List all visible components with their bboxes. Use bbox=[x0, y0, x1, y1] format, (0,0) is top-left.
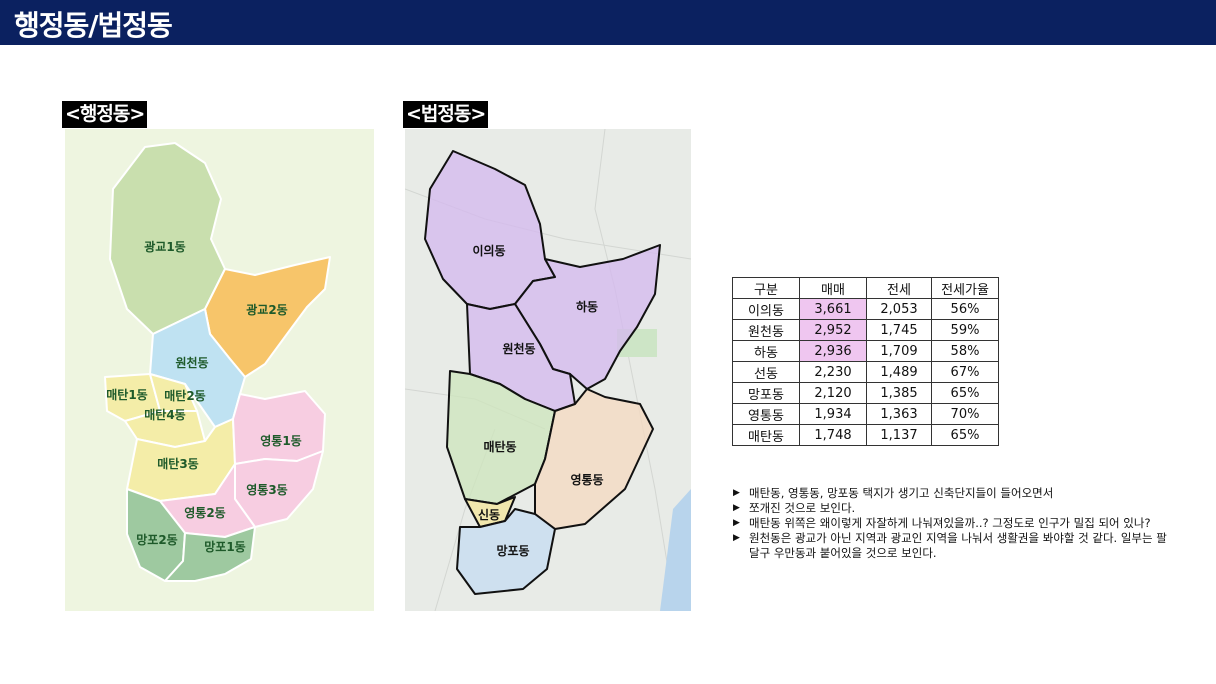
title-bar: 행정동/법정동 bbox=[0, 0, 1216, 45]
table-row: 하동 2,936 1,709 58% bbox=[732, 340, 999, 362]
note-text: 쪼개진 것으로 보인다. bbox=[749, 501, 856, 515]
label-gwanggyo1: 광교1동 bbox=[144, 239, 185, 254]
label-mangpo2: 망포2동 bbox=[136, 533, 177, 547]
cell-dong: 이의동 bbox=[732, 298, 800, 320]
note-item: ▶ 원천동은 광교가 아닌 지역과 광교인 지역을 나눠서 생활권을 봐야할 것… bbox=[733, 531, 1173, 561]
cell-dong: 원천동 bbox=[732, 319, 800, 341]
label-ha: 하동 bbox=[576, 299, 598, 314]
cell-sale: 2,120 bbox=[799, 382, 867, 404]
table-row: 매탄동 1,748 1,137 65% bbox=[732, 424, 999, 446]
triangle-bullet-icon: ▶ bbox=[733, 503, 740, 513]
legal-dong-map: 이의동 하동 원천동 매탄동 영통동 신동 망포동 bbox=[405, 129, 691, 611]
cell-ratio: 70% bbox=[931, 403, 999, 425]
cell-sale: 2,952 bbox=[799, 319, 867, 341]
label-sin: 신동 bbox=[478, 507, 500, 522]
label-maetan3: 매탄3동 bbox=[157, 456, 198, 471]
admin-map-label: <행정동> bbox=[62, 101, 148, 128]
note-text: 매탄동, 영통동, 망포동 택지가 생기고 신축단지들이 들어오면서 bbox=[749, 486, 1054, 500]
cell-sale: 3,661 bbox=[799, 298, 867, 320]
label-maetan-legal: 매탄동 bbox=[483, 439, 516, 454]
note-text: 원천동은 광교가 아닌 지역과 광교인 지역을 나눠서 생활권을 봐야할 것 같… bbox=[749, 531, 1167, 560]
cell-jeonse: 1,137 bbox=[866, 424, 932, 446]
cell-ratio: 56% bbox=[931, 298, 999, 320]
note-item: ▶ 매탄동 위쪽은 왜이렇게 자잘하게 나눠져있을까..? 그정도로 인구가 밀… bbox=[733, 516, 1173, 531]
col-header-jeonse-ratio: 전세가율 bbox=[931, 277, 999, 299]
table-row: 영통동 1,934 1,363 70% bbox=[732, 403, 999, 425]
label-yeongtong-legal: 영통동 bbox=[570, 472, 603, 487]
cell-jeonse: 1,709 bbox=[866, 340, 932, 362]
table-row: 선동 2,230 1,489 67% bbox=[732, 361, 999, 383]
cell-jeonse: 1,745 bbox=[866, 319, 932, 341]
price-table: 구분 매매 전세 전세가율 이의동 3,661 2,053 56% 원천동 2,… bbox=[732, 277, 999, 446]
col-header-sale: 매매 bbox=[799, 277, 867, 299]
cell-jeonse: 1,489 bbox=[866, 361, 932, 383]
note-text: 매탄동 위쪽은 왜이렇게 자잘하게 나눠져있을까..? 그정도로 인구가 밀집 … bbox=[749, 516, 1151, 530]
label-mangpo1: 망포1동 bbox=[204, 540, 245, 554]
cell-dong: 영통동 bbox=[732, 403, 800, 425]
legal-map-label: <법정동> bbox=[403, 101, 489, 128]
label-maetan4: 매탄4동 bbox=[144, 407, 185, 422]
cell-sale: 2,936 bbox=[799, 340, 867, 362]
label-mangpo-legal: 망포동 bbox=[496, 544, 529, 558]
page-title: 행정동/법정동 bbox=[14, 9, 173, 42]
cell-ratio: 65% bbox=[931, 382, 999, 404]
label-woncheon: 원천동 bbox=[175, 355, 208, 370]
col-header-jeonse: 전세 bbox=[866, 277, 932, 299]
label-gwanggyo2: 광교2동 bbox=[246, 302, 287, 317]
cell-ratio: 65% bbox=[931, 424, 999, 446]
table-header-row: 구분 매매 전세 전세가율 bbox=[732, 277, 999, 299]
cell-dong: 망포동 bbox=[732, 382, 800, 404]
table-row: 이의동 3,661 2,053 56% bbox=[732, 298, 999, 320]
cell-dong: 하동 bbox=[732, 340, 800, 362]
col-header-division: 구분 bbox=[732, 277, 800, 299]
cell-ratio: 67% bbox=[931, 361, 999, 383]
cell-jeonse: 1,363 bbox=[866, 403, 932, 425]
label-maetan2: 매탄2동 bbox=[164, 388, 205, 403]
region-yeongtong1 bbox=[232, 390, 326, 465]
cell-dong: 선동 bbox=[732, 361, 800, 383]
label-maetan1: 매탄1동 bbox=[106, 387, 147, 402]
label-woncheon-legal: 원천동 bbox=[502, 341, 535, 356]
label-yeongtong3: 영통3동 bbox=[246, 482, 287, 497]
label-yeongtong2: 영통2동 bbox=[184, 505, 225, 520]
cell-jeonse: 2,053 bbox=[866, 298, 932, 320]
label-uiui: 이의동 bbox=[472, 243, 505, 258]
cell-sale: 1,934 bbox=[799, 403, 867, 425]
triangle-bullet-icon: ▶ bbox=[733, 518, 740, 528]
cell-ratio: 58% bbox=[931, 340, 999, 362]
triangle-bullet-icon: ▶ bbox=[733, 533, 740, 543]
note-item: ▶ 쪼개진 것으로 보인다. bbox=[733, 501, 1173, 516]
cell-sale: 2,230 bbox=[799, 361, 867, 383]
table-row: 망포동 2,120 1,385 65% bbox=[732, 382, 999, 404]
note-item: ▶ 매탄동, 영통동, 망포동 택지가 생기고 신축단지들이 들어오면서 bbox=[733, 486, 1173, 501]
triangle-bullet-icon: ▶ bbox=[733, 488, 740, 498]
admin-dong-map: 광교1동 광교2동 원천동 매탄1동 매탄2동 매탄4동 매탄3동 영통1동 영… bbox=[65, 129, 374, 611]
label-yeongtong1: 영통1동 bbox=[260, 433, 301, 448]
cell-sale: 1,748 bbox=[799, 424, 867, 446]
cell-jeonse: 1,385 bbox=[866, 382, 932, 404]
cell-ratio: 59% bbox=[931, 319, 999, 341]
notes-list: ▶ 매탄동, 영통동, 망포동 택지가 생기고 신축단지들이 들어오면서 ▶ 쪼… bbox=[733, 486, 1173, 561]
table-row: 원천동 2,952 1,745 59% bbox=[732, 319, 999, 341]
cell-dong: 매탄동 bbox=[732, 424, 800, 446]
